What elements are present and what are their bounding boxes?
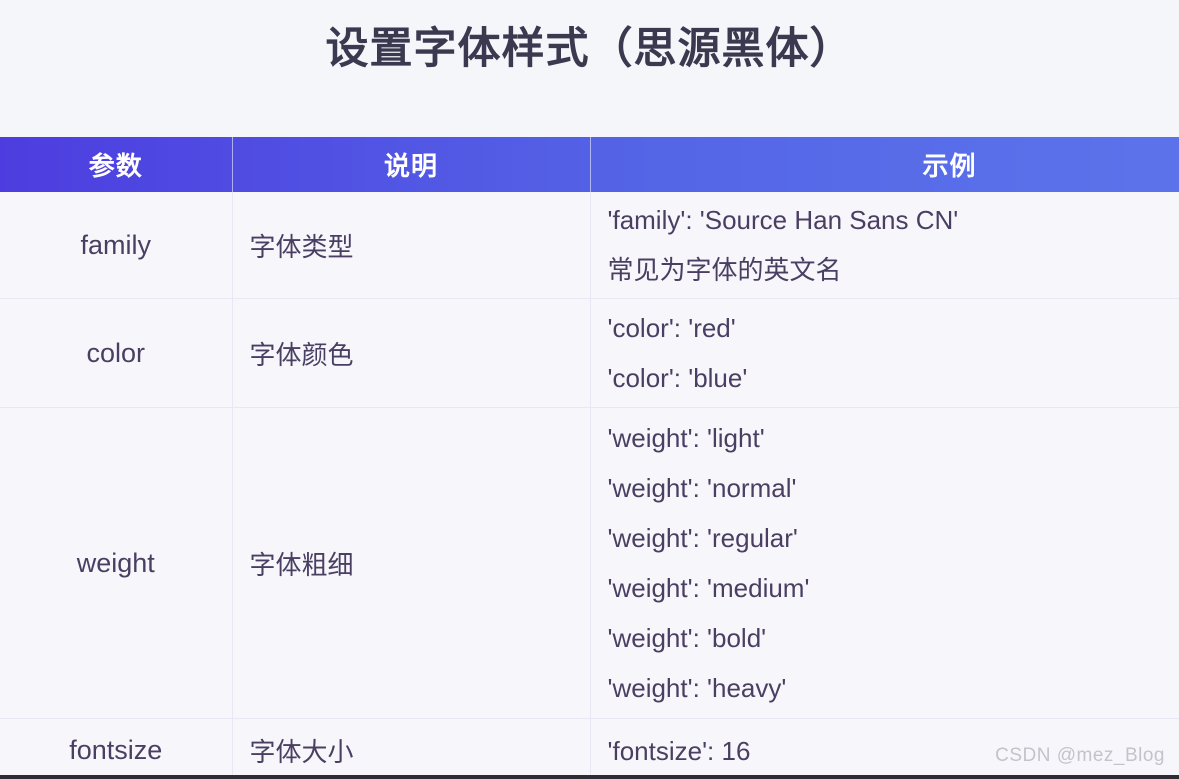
cell-description-weight: 字体粗细 (232, 407, 591, 719)
example-line: 'family': 'Source Han Sans CN' (607, 205, 959, 235)
example-line: 'color': 'red' (607, 313, 736, 343)
example-line: 'weight': 'medium' (607, 573, 810, 603)
example-line: 常见为字体的英文名 (607, 255, 842, 285)
table-row: color 字体颜色 'color': 'red' 'color': 'blue… (0, 298, 1179, 408)
cell-param-family: family (0, 192, 233, 299)
spec-table-container: 参数 说明 示例 family 字体类型 'family': 'Source H… (0, 137, 1179, 779)
example-line: 'weight': 'heavy' (607, 673, 787, 703)
cell-description-family: 字体类型 (232, 192, 591, 299)
example-line-list: 'fontsize': 16 (608, 726, 1179, 776)
table-body: family 字体类型 'family': 'Source Han Sans C… (0, 192, 1179, 779)
example-line: 'weight': 'normal' (607, 473, 797, 503)
example-line: 'weight': 'regular' (607, 523, 798, 553)
column-header-example: 示例 (922, 151, 977, 181)
table-head: 参数 说明 示例 (0, 137, 1179, 192)
cell-example-weight: 'weight': 'light' 'weight': 'normal' 'we… (590, 407, 1179, 719)
cell-description-fontsize: 字体大小 (232, 718, 591, 779)
cell-example-color: 'color': 'red' 'color': 'blue' (590, 298, 1179, 408)
table-row: fontsize 字体大小 'fontsize': 16 (0, 718, 1179, 779)
cell-param-weight: weight (0, 407, 233, 719)
bottom-edge-strip (0, 775, 1179, 779)
example-line-list: 'color': 'red' 'color': 'blue' (608, 303, 1179, 403)
cell-param-fontsize: fontsize (0, 718, 233, 779)
cell-example-fontsize: 'fontsize': 16 (590, 718, 1179, 779)
table-row: family 字体类型 'family': 'Source Han Sans C… (0, 192, 1179, 299)
page-root: 设置字体样式（思源黑体） 参数 说明 示例 family 字体类型 'famil… (0, 0, 1179, 779)
example-line: 'weight': 'light' (607, 423, 765, 453)
table-header-row: 参数 说明 示例 (0, 137, 1179, 192)
cell-description-color: 字体颜色 (232, 298, 591, 408)
example-line: 'fontsize': 16 (607, 735, 751, 766)
page-title: 设置字体样式（思源黑体） (325, 25, 854, 73)
font-style-table: 参数 说明 示例 family 字体类型 'family': 'Source H… (0, 137, 1179, 779)
example-line: 'weight': 'bold' (607, 623, 767, 653)
example-line: 'color': 'blue' (607, 363, 748, 393)
cell-param-color: color (0, 298, 233, 408)
example-line-list: 'family': 'Source Han Sans CN' 常见为字体的英文名 (608, 195, 1179, 295)
table-row: weight 字体粗细 'weight': 'light' 'weight': … (0, 407, 1179, 719)
example-line-list: 'weight': 'light' 'weight': 'normal' 'we… (608, 413, 1179, 713)
column-header-param: 参数 (0, 137, 233, 192)
cell-example-family: 'family': 'Source Han Sans CN' 常见为字体的英文名 (590, 192, 1179, 299)
column-header-description: 说明 (232, 137, 591, 192)
